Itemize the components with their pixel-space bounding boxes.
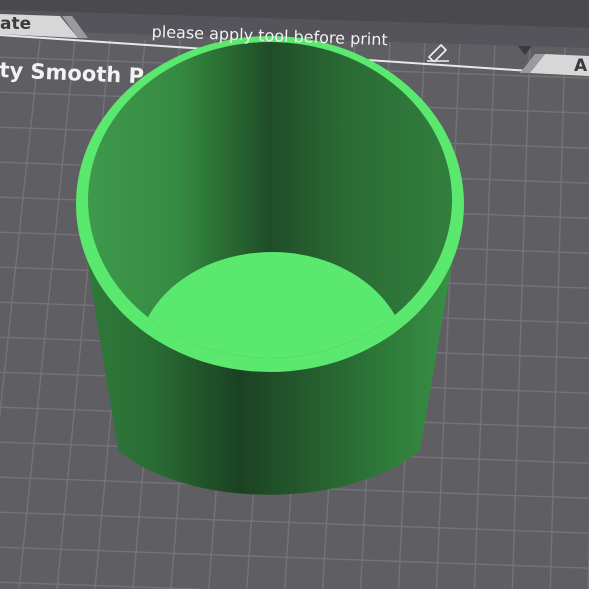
plate-tab-left-label[interactable]: ate [0, 14, 31, 34]
plate-tab-right-label[interactable]: A [574, 56, 587, 76]
3d-viewport[interactable] [0, 0, 589, 589]
pencil-edit-icon[interactable] [425, 40, 451, 62]
cylinder-model[interactable] [76, 36, 464, 495]
